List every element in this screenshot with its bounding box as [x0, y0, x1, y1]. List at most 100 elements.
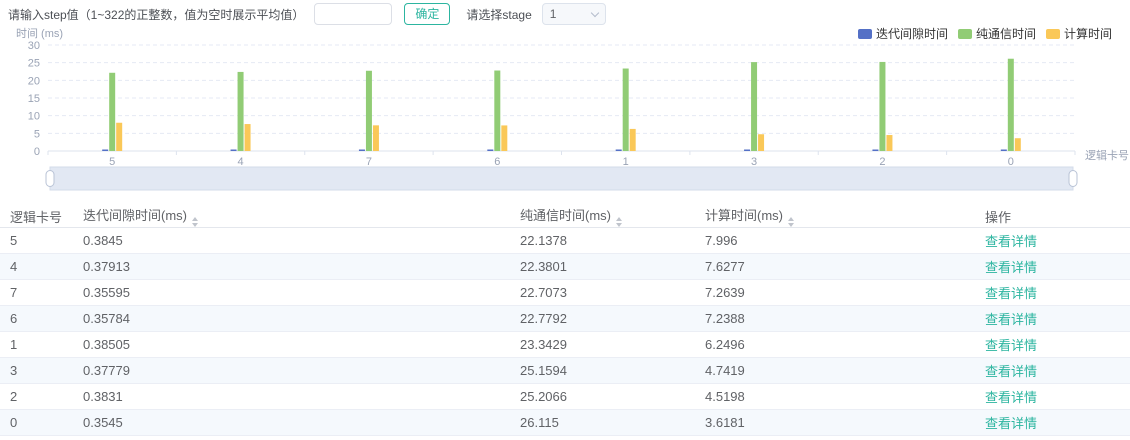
data-zoom-handle-left[interactable]	[46, 171, 54, 187]
bar-迭代间隙时间[interactable]	[872, 150, 878, 152]
bar-纯通信时间[interactable]	[109, 73, 115, 151]
bar-纯通信时间[interactable]	[494, 71, 500, 151]
step-input[interactable]	[314, 3, 392, 25]
cell-comp: 4.5198	[695, 384, 975, 410]
x-tick-label: 7	[366, 156, 372, 168]
bar-计算时间[interactable]	[501, 125, 507, 151]
bar-纯通信时间[interactable]	[238, 72, 244, 151]
bar-迭代间隙时间[interactable]	[102, 150, 108, 152]
cell-comp: 3.6181	[695, 410, 975, 436]
cell-card: 0	[0, 410, 73, 436]
sort-icon[interactable]	[616, 217, 622, 227]
table-row: 10.3850523.34296.2496查看详情	[0, 332, 1130, 358]
bar-迭代间隙时间[interactable]	[231, 150, 237, 152]
cell-comp: 7.6277	[695, 254, 975, 280]
bar-纯通信时间[interactable]	[623, 69, 629, 151]
cell-card: 5	[0, 228, 73, 254]
sort-icon[interactable]	[788, 217, 794, 227]
cell-iter: 0.35784	[73, 306, 510, 332]
y-tick-label: 0	[34, 146, 40, 158]
cell-comm: 22.1378	[510, 228, 695, 254]
cell-card: 1	[0, 332, 73, 358]
view-details-link[interactable]: 查看详情	[985, 234, 1037, 249]
view-details-link[interactable]: 查看详情	[985, 364, 1037, 379]
y-tick-label: 5	[34, 128, 40, 140]
legend-marker	[858, 29, 872, 39]
bar-迭代间隙时间[interactable]	[1001, 150, 1007, 152]
cell-comm: 26.115	[510, 410, 695, 436]
legend-item-纯通信时间[interactable]: 纯通信时间	[958, 27, 1036, 41]
bar-计算时间[interactable]	[245, 124, 251, 151]
table-row: 70.3559522.70737.2639查看详情	[0, 280, 1130, 306]
stage-select[interactable]: 1	[542, 3, 606, 25]
bar-迭代间隙时间[interactable]	[744, 150, 750, 152]
cell-iter: 0.37779	[73, 358, 510, 384]
data-zoom-slider[interactable]	[46, 167, 1077, 190]
cell-card: 6	[0, 306, 73, 332]
bar-迭代间隙时间[interactable]	[487, 150, 493, 152]
column-header-label: 操作	[985, 210, 1011, 225]
view-details-link[interactable]: 查看详情	[985, 286, 1037, 301]
data-zoom-handle-right[interactable]	[1069, 171, 1077, 187]
view-details-link[interactable]: 查看详情	[985, 260, 1037, 275]
cell-comm: 22.7073	[510, 280, 695, 306]
bar-计算时间[interactable]	[1015, 138, 1021, 151]
table-row: 60.3578422.77927.2388 查看详情	[0, 306, 1130, 332]
table-row: 50.384522.13787.996查看详情	[0, 228, 1130, 254]
bar-纯通信时间[interactable]	[751, 62, 757, 151]
bar-纯通信时间[interactable]	[366, 71, 372, 151]
view-details-link[interactable]: 查看详情	[985, 416, 1037, 431]
bar-计算时间[interactable]	[886, 135, 892, 151]
view-details-link[interactable]: 查看详情	[985, 390, 1037, 405]
column-header[interactable]: 纯通信时间(ms)	[510, 205, 695, 228]
y-tick-label: 20	[28, 75, 40, 87]
bar-纯通信时间[interactable]	[1008, 59, 1014, 151]
bar-计算时间[interactable]	[373, 125, 379, 151]
table-body: 50.384522.13787.996查看详情40.3791322.38017.…	[0, 228, 1130, 436]
cell-iter: 0.38505	[73, 332, 510, 358]
cell-comm: 25.2066	[510, 384, 695, 410]
confirm-button[interactable]: 确定	[404, 3, 450, 25]
bar-迭代间隙时间[interactable]	[616, 150, 622, 152]
sort-icon[interactable]	[192, 217, 198, 227]
legend-marker	[1046, 29, 1060, 39]
y-tick-label: 25	[28, 58, 40, 70]
bar-迭代间隙时间[interactable]	[359, 150, 365, 152]
x-tick-label: 4	[238, 156, 244, 168]
chevron-down-icon	[591, 8, 599, 16]
cell-comp: 7.2388	[695, 306, 975, 332]
view-details-link[interactable]: 查看详情	[985, 312, 1037, 327]
cell-action: 查看详情	[975, 306, 1130, 332]
x-tick-label: 0	[1008, 156, 1014, 168]
cell-action: 查看详情	[975, 410, 1130, 436]
legend-label: 计算时间	[1064, 26, 1112, 41]
legend-marker	[958, 29, 972, 39]
timing-table: 逻辑卡号迭代间隙时间(ms)纯通信时间(ms)计算时间(ms)操作 50.384…	[0, 205, 1130, 436]
bar-计算时间[interactable]	[758, 134, 764, 151]
cell-action: 查看详情	[975, 228, 1130, 254]
cell-card: 3	[0, 358, 73, 384]
x-tick-label: 3	[751, 156, 757, 168]
column-header-label: 逻辑卡号	[10, 210, 62, 225]
legend-item-计算时间[interactable]: 计算时间	[1046, 26, 1112, 41]
y-tick-label: 30	[28, 40, 40, 52]
legend-label: 纯通信时间	[976, 27, 1036, 41]
legend-item-迭代间隙时间[interactable]: 迭代间隙时间	[858, 27, 948, 41]
bar-纯通信时间[interactable]	[879, 62, 885, 151]
y-tick-label: 15	[28, 93, 40, 105]
cell-comm: 22.7792	[510, 306, 695, 332]
view-details-link[interactable]: 查看详情	[985, 338, 1037, 353]
cell-iter: 0.3831	[73, 384, 510, 410]
bar-计算时间[interactable]	[630, 129, 636, 151]
cell-card: 7	[0, 280, 73, 306]
cell-comp: 7.996	[695, 228, 975, 254]
legend-label: 迭代间隙时间	[876, 27, 948, 41]
column-header[interactable]: 迭代间隙时间(ms)	[73, 205, 510, 228]
bar-计算时间[interactable]	[116, 123, 122, 151]
column-header: 操作	[975, 205, 1130, 228]
cell-comm: 25.1594	[510, 358, 695, 384]
column-header[interactable]: 计算时间(ms)	[695, 205, 975, 228]
data-zoom-track[interactable]	[50, 167, 1073, 190]
cell-comm: 23.3429	[510, 332, 695, 358]
cell-iter: 0.35595	[73, 280, 510, 306]
